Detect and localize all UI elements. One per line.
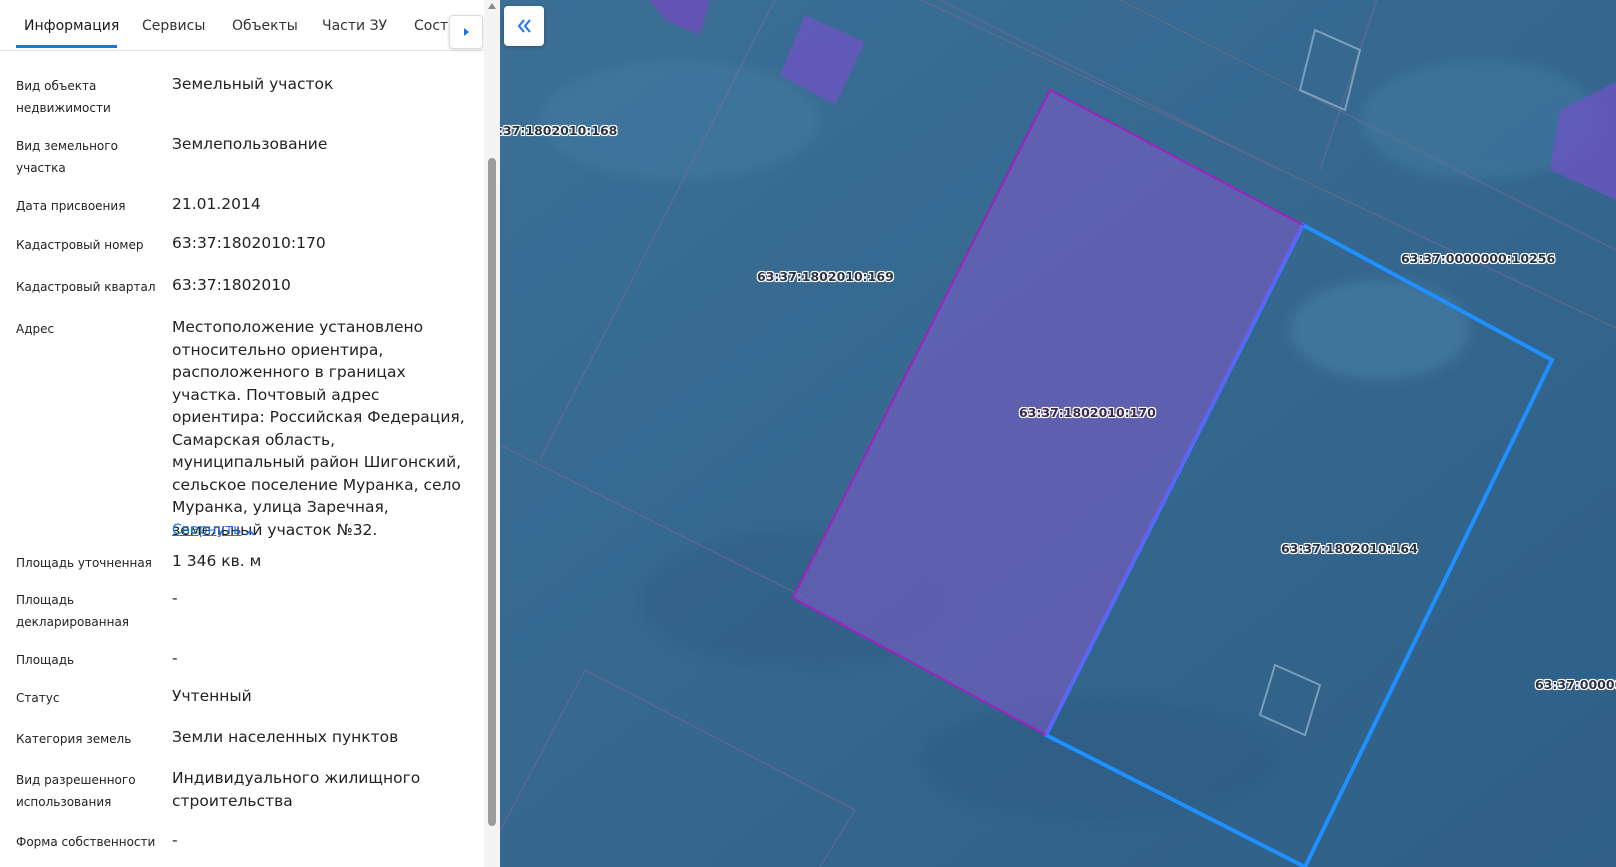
row-value: 21.01.2014 bbox=[172, 195, 261, 213]
satellite-map[interactable] bbox=[500, 0, 1616, 867]
row-label: Категория земель bbox=[16, 732, 132, 746]
map-label-parcel-170[interactable]: 63:37:1802010:170 bbox=[1019, 405, 1156, 420]
row-value: Земли населенных пунктов bbox=[172, 728, 399, 746]
row-value: 63:37:1802010:170 bbox=[172, 234, 326, 252]
collapse-panel-button[interactable] bbox=[504, 6, 544, 46]
row-label: Вид объекта недвижимости bbox=[16, 79, 111, 115]
collapse-address-link[interactable]: Свернуть bbox=[172, 522, 241, 538]
scrollbar-thumb[interactable] bbox=[488, 158, 496, 826]
double-chevron-left-icon bbox=[517, 19, 531, 33]
map-label-parcel-164[interactable]: 63:37:1802010:164 bbox=[1281, 541, 1418, 556]
tab-land-parts[interactable]: Части ЗУ bbox=[322, 18, 387, 34]
row-value: Индивидуального жилищного строительства bbox=[172, 769, 421, 810]
info-panel: Информация Сервисы Объекты Части ЗУ Сост… bbox=[0, 0, 500, 867]
tab-composition[interactable]: Соста bbox=[414, 18, 452, 34]
row-value: Учтенный bbox=[172, 687, 252, 705]
row-value: Местоположение установлено относительно … bbox=[172, 318, 465, 539]
map-view[interactable]: :37:1802010:168 63:37:1802010:169 63:37:… bbox=[500, 0, 1616, 867]
row-value: - bbox=[172, 831, 178, 849]
row-value: Землепользование bbox=[172, 135, 328, 153]
map-label-parcel-169[interactable]: 63:37:1802010:169 bbox=[757, 269, 894, 284]
tab-information[interactable]: Информация bbox=[24, 18, 119, 34]
row-value: 63:37:1802010 bbox=[172, 276, 291, 294]
tab-services[interactable]: Сервисы bbox=[142, 18, 205, 34]
row-value: - bbox=[172, 589, 178, 607]
map-label-parcel-edge[interactable]: 63:37:000000 bbox=[1535, 677, 1616, 692]
tabs-scroll-right-button[interactable] bbox=[449, 15, 483, 49]
scroll-up-icon[interactable] bbox=[487, 1, 497, 11]
active-tab-indicator bbox=[16, 45, 117, 48]
row-label: Вид разрешенного использования bbox=[16, 773, 136, 809]
row-label: Площадь bbox=[16, 653, 75, 667]
row-label: Кадастровый номер bbox=[16, 238, 144, 252]
row-label: Дата присвоения bbox=[16, 199, 126, 213]
chevron-up-icon[interactable] bbox=[243, 526, 257, 540]
row-value: Земельный участок bbox=[172, 75, 334, 93]
row-label: Форма собственности bbox=[16, 835, 156, 849]
map-label-parcel-168[interactable]: :37:1802010:168 bbox=[500, 123, 617, 138]
row-label: Статус bbox=[16, 691, 60, 705]
row-label: Площадь декларированная bbox=[16, 593, 130, 629]
chevron-right-icon bbox=[464, 28, 469, 36]
tab-objects[interactable]: Объекты bbox=[232, 18, 298, 34]
row-value: 1 346 кв. м bbox=[172, 552, 262, 570]
row-label: Площадь уточненная bbox=[16, 556, 152, 570]
row-label: Вид земельного участка bbox=[16, 139, 118, 175]
map-label-parcel-10256[interactable]: 63:37:0000000:10256 bbox=[1401, 251, 1555, 266]
row-value: - bbox=[172, 649, 178, 667]
tab-bar: Информация Сервисы Объекты Части ЗУ Сост… bbox=[0, 0, 490, 51]
row-label: Кадастровый квартал bbox=[16, 280, 156, 294]
row-label: Адрес bbox=[16, 322, 55, 336]
